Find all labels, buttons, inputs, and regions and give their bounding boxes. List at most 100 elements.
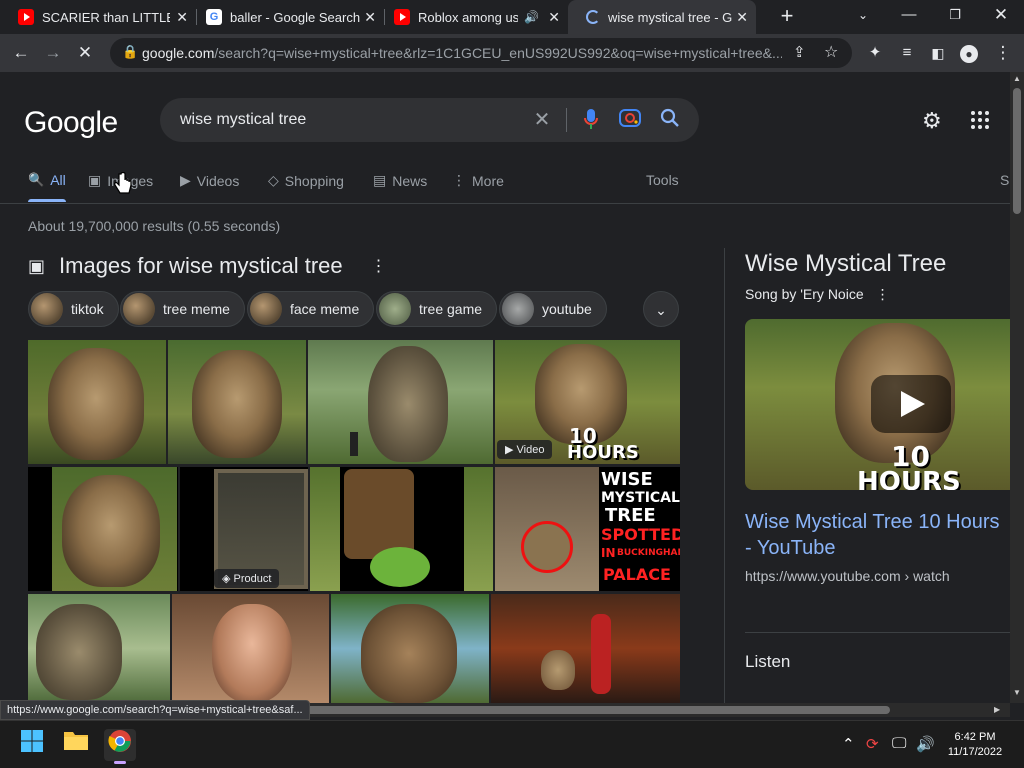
knowledge-panel-url: https://www.youtube.com › watch [745, 568, 950, 584]
tab-all[interactable]: 🔍 All [28, 172, 66, 202]
safesearch-label: S [1000, 172, 1010, 188]
video-caption: HOURS [857, 467, 961, 490]
search-submit-icon[interactable] [658, 108, 682, 132]
image-result[interactable] [331, 594, 489, 703]
chips-next-button[interactable]: ⌄ [643, 291, 679, 327]
bookmark-star-icon[interactable]: ☆ [824, 42, 838, 62]
image-result[interactable] [172, 594, 329, 703]
taskbar-clock[interactable]: 6:42 PM 11/17/2022 [935, 730, 1015, 760]
video-thumbnail[interactable]: 10 HOURS [745, 319, 1010, 490]
apps-grid-icon[interactable] [970, 110, 990, 135]
tab-strip: SCARIER than LITTLE N ✕ G baller - Googl… [0, 0, 1024, 34]
browser-tab-4-active[interactable]: wise mystical tree - Go ✕ [568, 0, 756, 34]
images-heading-text: Images for wise mystical tree [59, 253, 343, 278]
file-explorer-icon[interactable] [60, 729, 92, 761]
volume-icon[interactable]: 🔊 [916, 735, 935, 753]
tab-videos-label: Videos [196, 172, 240, 189]
settings-gear-icon[interactable]: ⚙ [922, 108, 942, 134]
safesearch-button[interactable]: S [1000, 172, 1009, 188]
loading-icon [586, 10, 600, 24]
media-control-icon[interactable]: ≡ [894, 40, 920, 66]
image-result[interactable] [308, 340, 493, 464]
browser-tab-3[interactable]: Roblox among us 🔊 ✕ [376, 0, 568, 34]
vertical-scrollbar[interactable]: ▲ ▼ [1010, 72, 1024, 703]
forward-icon[interactable]: → [40, 40, 66, 66]
image-result[interactable]: WISE MYSTICAL TREE SPOTTED IN BUCKINGHAM… [495, 467, 680, 591]
close-window-button[interactable]: ✕ [978, 0, 1024, 30]
scroll-up-icon[interactable]: ▲ [1013, 74, 1021, 83]
close-tab-icon[interactable]: ✕ [364, 9, 376, 26]
scroll-right-icon[interactable]: ▶ [994, 705, 1000, 714]
close-tab-icon[interactable]: ✕ [548, 9, 560, 26]
speaker-icon[interactable]: 🔊 [524, 10, 539, 24]
tab-news[interactable]: ▤ News [373, 172, 427, 189]
lens-search-icon[interactable] [618, 108, 642, 132]
image-result[interactable] [28, 340, 166, 464]
image-result[interactable] [491, 594, 680, 703]
tile-caption: HOURS [567, 442, 639, 463]
play-button[interactable] [871, 375, 951, 433]
browser-menu-icon[interactable]: ⋮ [990, 40, 1016, 66]
image-result[interactable] [28, 594, 170, 703]
search-box[interactable]: wise mystical tree ✕ [160, 98, 699, 142]
side-panel-icon[interactable]: ◧ [925, 40, 951, 66]
image-result[interactable] [310, 467, 493, 591]
tile-caption: PALACE [603, 565, 671, 584]
clear-search-icon[interactable]: ✕ [530, 108, 554, 132]
chip-tiktok[interactable]: tiktok [28, 291, 119, 327]
chip-tree-meme[interactable]: tree meme [120, 291, 245, 327]
wooden-face-image [344, 469, 414, 559]
tab-label: SCARIER than LITTLE N [42, 9, 170, 25]
more-options-icon[interactable]: ⋮ [371, 256, 387, 276]
minimize-button[interactable]: — [886, 0, 932, 30]
network-icon[interactable]: 🖵 [892, 735, 906, 752]
chip-thumbnail [502, 293, 534, 325]
knowledge-panel-title: Wise Mystical Tree [745, 250, 947, 277]
chip-youtube[interactable]: youtube [499, 291, 607, 327]
scroll-down-icon[interactable]: ▼ [1013, 688, 1021, 697]
browser-tab-2[interactable]: G baller - Google Search ✕ [188, 0, 384, 34]
stop-loading-icon[interactable]: ✕ [72, 40, 98, 66]
knowledge-panel-video-link[interactable]: Wise Mystical Tree 10 Hours - YouTube [745, 509, 1010, 561]
restore-button[interactable]: ❐ [932, 0, 978, 30]
product-badge: ◈ Product [214, 569, 280, 588]
tile-caption: MYSTICAL [601, 490, 680, 506]
chrome-taskbar-icon[interactable] [104, 729, 136, 764]
extensions-icon[interactable]: ✦ [862, 40, 888, 66]
address-bar[interactable]: 🔒 google.com/search?q=wise+mystical+tree… [110, 38, 852, 68]
share-icon[interactable]: ⇪ [793, 43, 806, 61]
scrollbar-thumb[interactable] [1013, 88, 1021, 214]
tile-caption: WISE [601, 469, 653, 490]
tab-search-icon[interactable]: ⌄ [840, 0, 886, 30]
tab-videos[interactable]: ▶ Videos [180, 172, 239, 189]
image-result[interactable]: ◈ Product [180, 467, 308, 591]
voice-search-icon[interactable] [579, 108, 603, 132]
tab-more[interactable]: ⋮ More [452, 172, 504, 189]
show-hidden-icons-chevron[interactable]: ⌃ [842, 735, 855, 753]
lock-icon[interactable]: 🔒 [122, 44, 138, 60]
chip-face-meme[interactable]: face meme [247, 291, 375, 327]
search-input[interactable]: wise mystical tree [180, 111, 306, 129]
tile-caption: BUCKINGHAM [617, 548, 680, 558]
image-icon: ▣ [28, 255, 46, 276]
close-tab-icon[interactable]: ✕ [736, 9, 748, 26]
chip-tree-game[interactable]: tree game [376, 291, 498, 327]
more-options-icon[interactable]: ⋮ [876, 286, 890, 302]
tools-button[interactable]: Tools [646, 172, 679, 188]
browser-tab-1[interactable]: SCARIER than LITTLE N ✕ [0, 0, 196, 34]
search-results-page: Google wise mystical tree ✕ ⚙ 🔍 All ▣ Imag… [0, 72, 1010, 703]
image-icon: ▣ [88, 172, 102, 188]
back-icon[interactable]: ← [8, 40, 34, 66]
new-tab-button[interactable]: + [764, 0, 810, 30]
google-logo[interactable]: Google [24, 106, 118, 140]
image-result[interactable] [168, 340, 306, 464]
images-section-heading[interactable]: ▣ Images for wise mystical tree ⋮ [28, 253, 387, 279]
profile-icon[interactable]: ● [956, 40, 982, 66]
url-domain: google.com [142, 45, 215, 61]
windows-start-icon[interactable] [16, 729, 48, 761]
image-result[interactable]: 10 HOURS ▶ Video [495, 340, 680, 464]
tab-shopping[interactable]: ◇ Shopping [268, 172, 344, 189]
image-result[interactable] [28, 467, 178, 591]
sync-alert-icon[interactable]: ⟳ [866, 735, 879, 753]
close-tab-icon[interactable]: ✕ [176, 9, 188, 26]
